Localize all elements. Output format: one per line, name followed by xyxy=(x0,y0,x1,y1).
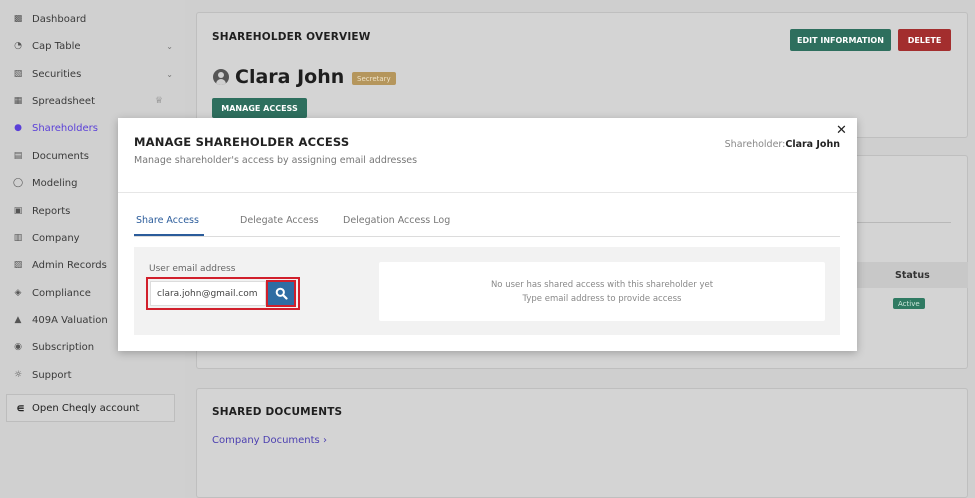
pie-chart-icon: ◔ xyxy=(14,41,22,51)
dollar-icon: ◉ xyxy=(14,342,22,352)
spreadsheet-icon: ▦ xyxy=(13,96,23,106)
tab-delegate-access[interactable]: Delegate Access xyxy=(240,215,319,226)
documents-icon: ▤ xyxy=(13,151,23,161)
dashboard-icon: ▩ xyxy=(13,14,23,24)
shield-icon: ◈ xyxy=(14,288,22,298)
sidebar-item-support[interactable]: ☼ Support xyxy=(12,364,177,386)
sidebar-item-label: Shareholders xyxy=(32,122,98,134)
sidebar-item-label: Cap Table xyxy=(32,40,81,52)
lightbulb-icon: ◯ xyxy=(12,178,24,188)
close-icon[interactable]: ✕ xyxy=(836,124,847,138)
status-badge: Active xyxy=(893,298,925,309)
empty-state-line-1: No user has shared access with this shar… xyxy=(490,279,714,290)
status-column-header: Status xyxy=(895,270,930,281)
email-field[interactable] xyxy=(150,281,266,306)
active-tab-indicator xyxy=(134,234,204,236)
sidebar-item-label: Modeling xyxy=(32,177,78,189)
sidebar-item-dashboard[interactable]: ▩ Dashboard xyxy=(12,8,177,30)
crown-icon: ♕ xyxy=(154,96,163,106)
modal-shareholder: Shareholder:Clara John xyxy=(725,139,840,150)
edit-information-button[interactable]: EDIT INFORMATION xyxy=(790,29,891,51)
search-button[interactable] xyxy=(266,280,296,307)
role-badge: Secretary xyxy=(352,72,396,85)
modal-title: MANAGE SHAREHOLDER ACCESS xyxy=(134,135,350,149)
sidebar-item-label: Reports xyxy=(32,205,71,217)
sidebar-item-label: Subscription xyxy=(32,341,95,353)
sidebar-item-label: Compliance xyxy=(32,287,91,299)
sidebar-item-spreadsheet[interactable]: ▦ Spreadsheet ♕ xyxy=(12,90,177,112)
chevron-down-icon: ⌄ xyxy=(166,69,173,79)
empty-state-line-2: Type email address to provide access xyxy=(522,293,682,304)
tab-rule xyxy=(134,236,840,237)
sidebar-item-label: 409A Valuation xyxy=(32,314,108,326)
manage-access-button[interactable]: MANAGE ACCESS xyxy=(212,98,307,118)
cheqly-logo-icon: ∊ xyxy=(16,401,25,415)
delete-button[interactable]: DELETE xyxy=(898,29,951,51)
sidebar-item-label: Spreadsheet xyxy=(32,95,95,107)
open-cheqly-account-label: Open Cheqly account xyxy=(32,402,140,414)
tab-share-access[interactable]: Share Access xyxy=(136,215,199,226)
shareholder-name: Clara John xyxy=(235,66,345,88)
company-documents-link-label: Company Documents xyxy=(212,435,320,446)
valuation-icon: ▲ xyxy=(14,315,22,325)
sidebar-item-label: Documents xyxy=(32,150,90,162)
support-icon: ☼ xyxy=(13,370,23,380)
sidebar-item-cap-table[interactable]: ◔ Cap Table ⌄ xyxy=(12,35,177,57)
email-field-label: User email address xyxy=(149,264,236,274)
overview-title: SHAREHOLDER OVERVIEW xyxy=(212,31,371,43)
empty-state: No user has shared access with this shar… xyxy=(379,262,825,321)
avatar xyxy=(213,69,229,85)
sidebar-item-label: Support xyxy=(32,369,72,381)
clipboard-icon: ▧ xyxy=(13,69,23,79)
sidebar-item-label: Securities xyxy=(32,68,82,80)
admin-records-icon: ▨ xyxy=(13,260,23,270)
search-icon xyxy=(275,287,288,300)
sidebar-item-securities[interactable]: ▧ Securities ⌄ xyxy=(12,63,177,85)
sidebar-item-label: Company xyxy=(32,232,80,244)
sidebar-item-label: Admin Records xyxy=(32,259,107,271)
chevron-down-icon: ⌄ xyxy=(166,41,173,51)
chevron-right-icon: › xyxy=(322,435,327,446)
modal-shareholder-label: Shareholder: xyxy=(724,139,786,150)
reports-icon: ▣ xyxy=(13,206,23,216)
open-cheqly-account-button[interactable]: ∊ Open Cheqly account xyxy=(6,394,175,422)
modal-divider xyxy=(118,192,857,193)
building-icon: ▥ xyxy=(13,233,23,243)
company-documents-link[interactable]: Company Documents › xyxy=(212,435,327,446)
modal-subtitle: Manage shareholder's access by assigning… xyxy=(134,155,418,166)
modal-shareholder-name: Clara John xyxy=(785,139,840,150)
user-icon: ● xyxy=(14,123,22,133)
shared-documents-title: SHARED DOCUMENTS xyxy=(212,406,343,418)
sidebar-item-label: Dashboard xyxy=(32,13,87,25)
tab-delegation-access-log[interactable]: Delegation Access Log xyxy=(343,215,450,226)
